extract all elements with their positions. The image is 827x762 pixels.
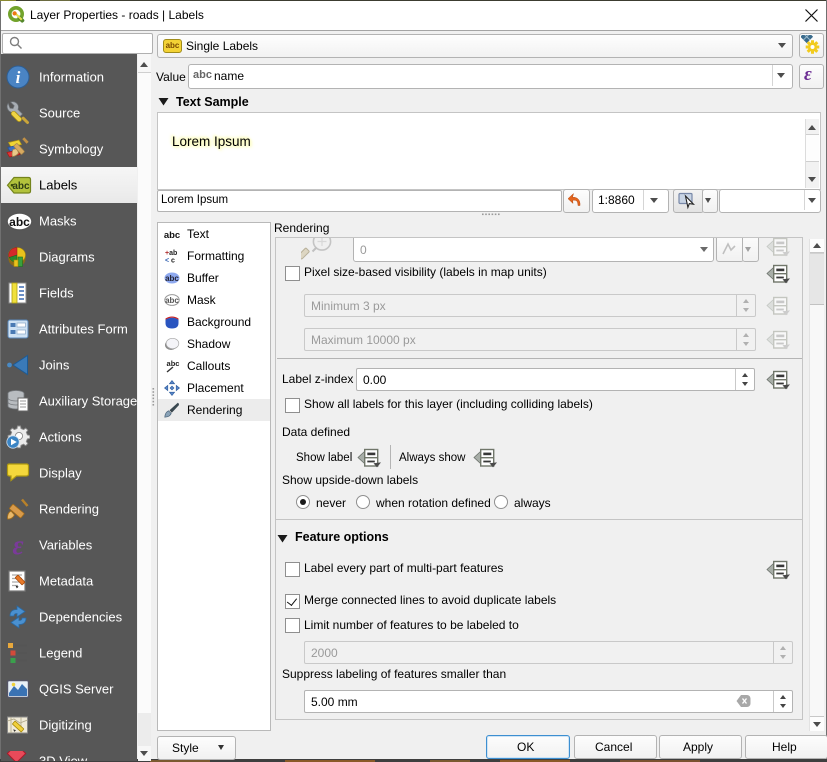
- svg-text:abc: abc: [167, 359, 180, 368]
- svg-text:abc: abc: [165, 274, 179, 283]
- svg-text:abc: abc: [165, 296, 179, 305]
- svg-text:+ab: +ab: [165, 250, 177, 257]
- svg-text:abc: abc: [9, 215, 30, 229]
- svg-text:< c: < c: [165, 258, 175, 265]
- svg-text:ε: ε: [12, 533, 23, 557]
- svg-text:abc: abc: [164, 230, 180, 241]
- svg-text:i: i: [16, 68, 21, 87]
- svg-text:abc: abc: [12, 181, 30, 192]
